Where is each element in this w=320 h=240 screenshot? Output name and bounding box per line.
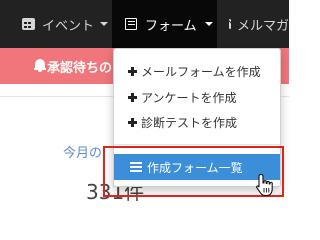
- plus-icon: [128, 66, 137, 76]
- top-navbar: イベント フォーム メルマガ: [0, 0, 289, 48]
- alert-text: 承認待ちの: [47, 60, 113, 76]
- calendar-icon: [22, 18, 35, 30]
- nav-item-mailmag-label: メルマガ: [236, 18, 289, 34]
- chevron-down-icon: [204, 22, 213, 26]
- menu-item-create-survey[interactable]: アンケートを作成: [114, 85, 280, 109]
- plus-icon: [128, 117, 137, 127]
- stat-label: 今月の: [63, 146, 103, 161]
- nav-item-events[interactable]: イベント: [0, 0, 112, 48]
- nav-item-events-label: イベント: [42, 18, 95, 34]
- plus-icon: [128, 92, 137, 102]
- chevron-down-icon: [100, 22, 109, 26]
- menu-item-label: メールフォームを作成: [141, 64, 261, 79]
- nav-item-forms-label: フォーム: [145, 18, 197, 34]
- menu-divider: [114, 144, 280, 145]
- menu-item-label: アンケートを作成: [141, 90, 237, 105]
- list-alt-icon: [125, 18, 137, 30]
- envelope-icon: [229, 19, 231, 29]
- menu-item-label: 診断テストを作成: [141, 115, 238, 130]
- hand-pointer-icon: [256, 173, 273, 197]
- menu-item-create-mail-form[interactable]: メールフォームを作成: [114, 59, 280, 83]
- nav-item-mailmag[interactable]: メルマガ: [217, 0, 289, 48]
- bell-icon: [34, 58, 46, 72]
- menu-item-create-diagnostic-test[interactable]: 診断テストを作成: [114, 110, 280, 134]
- nav-item-forms[interactable]: フォーム: [112, 0, 217, 48]
